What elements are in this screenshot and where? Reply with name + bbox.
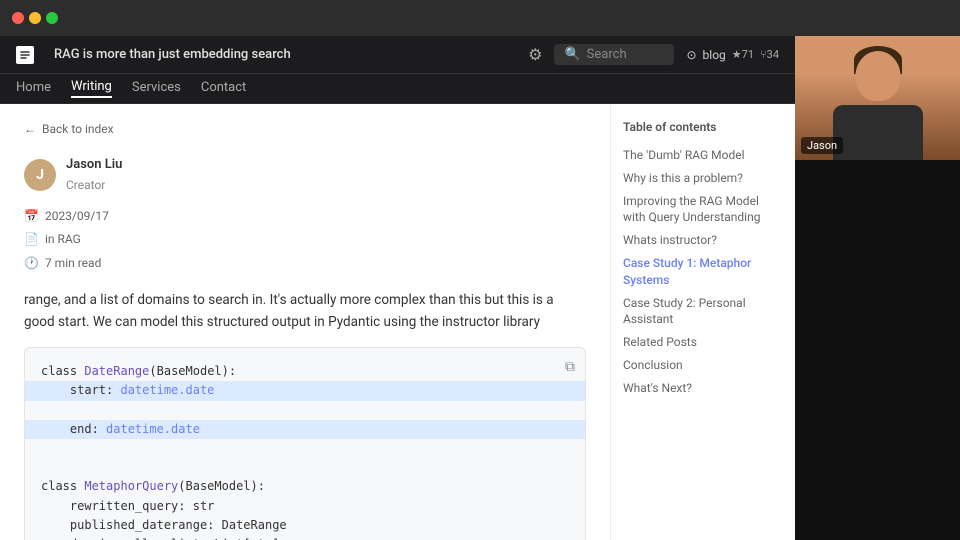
browser-chrome [0,0,960,36]
code-block-1: ⧉ class DateRange(BaseModel): start: dat… [24,347,586,540]
meta-read-row: 🕐 7 min read [24,254,586,273]
author-name: Jason Liu [66,155,122,176]
maximize-button[interactable] [46,12,58,24]
toc-title: Table of contents [623,120,783,134]
traffic-lights [12,12,58,24]
nav-icons: ⚙ 🔍 Search ⊙ blog ★71 ⑂34 [528,44,779,65]
calendar-icon: 📅 [24,207,39,226]
github-link[interactable]: ⊙ blog ★71 ⑂34 [686,48,779,62]
logo-icon [16,46,34,64]
video-feed: Jason [795,36,960,160]
github-icon: ⊙ [686,48,696,62]
avatar: J [24,159,56,191]
toc-item-5[interactable]: Case Study 2: Personal Assistant [623,292,783,332]
browser-window: RAG is more than just embedding search ⚙… [0,36,795,540]
nav-services[interactable]: Services [132,80,181,97]
nav-writing[interactable]: Writing [71,79,112,98]
minimize-button[interactable] [29,12,41,24]
back-arrow-icon: ← [24,120,36,139]
search-box[interactable]: 🔍 Search [554,44,674,65]
folder-icon: 📄 [24,230,39,249]
metadata: 📅 2023/09/17 📄 in RAG 🕐 7 min read [24,207,586,273]
github-forks: ⑂34 [760,48,779,61]
search-icon: 🔍 [564,47,580,62]
sub-nav: Home Writing Services Contact [0,74,795,104]
video-panel: Jason [795,36,960,540]
meta-date-row: 📅 2023/09/17 [24,207,586,226]
copy-icon-1[interactable]: ⧉ [565,356,575,378]
author-row: J Jason Liu Creator [24,155,586,195]
nav-bar: RAG is more than just embedding search ⚙… [0,36,795,74]
toc-item-4[interactable]: Case Study 1: Metaphor Systems [623,252,783,292]
toc-item-3[interactable]: Whats instructor? [623,229,783,252]
person-body [833,105,923,160]
toc-item-8[interactable]: What's Next? [623,377,783,400]
content-area: ← Back to index J Jason Liu Creator 📅 20… [0,104,795,540]
nav-home[interactable]: Home [16,80,51,97]
toc-item-6[interactable]: Related Posts [623,331,783,354]
main-content: ← Back to index J Jason Liu Creator 📅 20… [0,104,610,540]
toc-item-0[interactable]: The 'Dumb' RAG Model [623,144,783,167]
nav-contact[interactable]: Contact [201,80,246,97]
back-link[interactable]: ← Back to index [24,120,586,139]
meta-section: in RAG [45,230,81,249]
author-role: Creator [66,176,122,195]
video-rest [795,160,960,540]
site-logo[interactable] [16,46,34,64]
toc-item-2[interactable]: Improving the RAG Model with Query Under… [623,190,783,230]
toc-item-1[interactable]: Why is this a problem? [623,167,783,190]
sidebar-toc: Table of contents The 'Dumb' RAG Model W… [610,104,795,540]
meta-read-time: 7 min read [45,254,101,273]
search-label: Search [587,47,627,62]
site-title: RAG is more than just embedding search [54,47,291,62]
person-head [855,51,900,101]
toc-item-7[interactable]: Conclusion [623,354,783,377]
author-info: Jason Liu Creator [66,155,122,195]
meta-section-row: 📄 in RAG [24,230,586,249]
meta-date: 2023/09/17 [45,207,109,226]
video-name-tag: Jason [801,137,843,154]
close-button[interactable] [12,12,24,24]
github-stars: ★71 [732,48,754,61]
intro-paragraph: range, and a list of domains to search i… [24,289,586,334]
clock-icon: 🕐 [24,254,39,273]
settings-icon[interactable]: ⚙ [528,45,542,64]
